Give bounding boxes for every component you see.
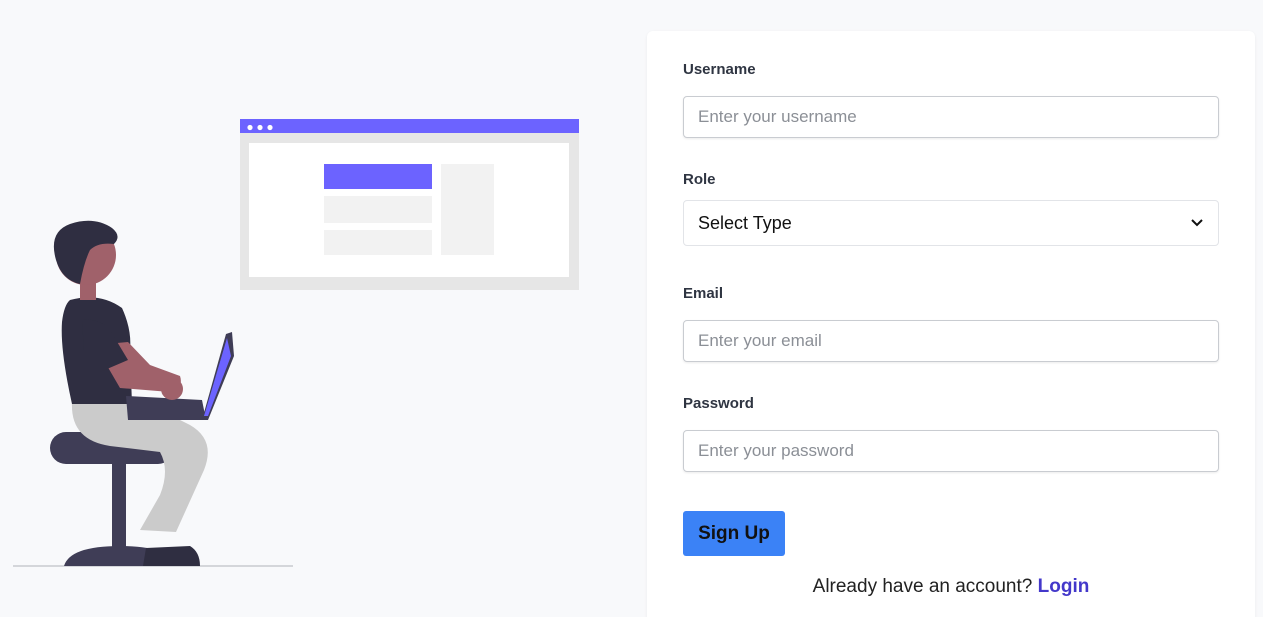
browser-window-graphic [240,119,579,290]
signup-card: Username Role Select Type Email Password… [647,31,1255,617]
password-label: Password [683,395,754,412]
sign-up-button[interactable]: Sign Up [683,511,785,556]
username-input[interactable] [683,96,1219,138]
login-link[interactable]: Login [1038,576,1090,597]
stool-graphic [50,432,176,566]
role-label: Role [683,171,716,188]
role-select[interactable]: Select Type [683,200,1219,246]
role-select-value: Select Type [698,212,792,233]
login-prompt-row: Already have an account? Login [647,576,1255,598]
username-label: Username [683,61,756,78]
email-input[interactable] [683,320,1219,362]
password-input[interactable] [683,430,1219,472]
email-label: Email [683,285,724,302]
login-prompt-text: Already have an account? [812,576,1033,597]
chevron-down-icon [1190,216,1204,230]
signup-page: Username Role Select Type Email Password… [0,0,1263,617]
person-with-laptop-illustration [13,119,579,567]
